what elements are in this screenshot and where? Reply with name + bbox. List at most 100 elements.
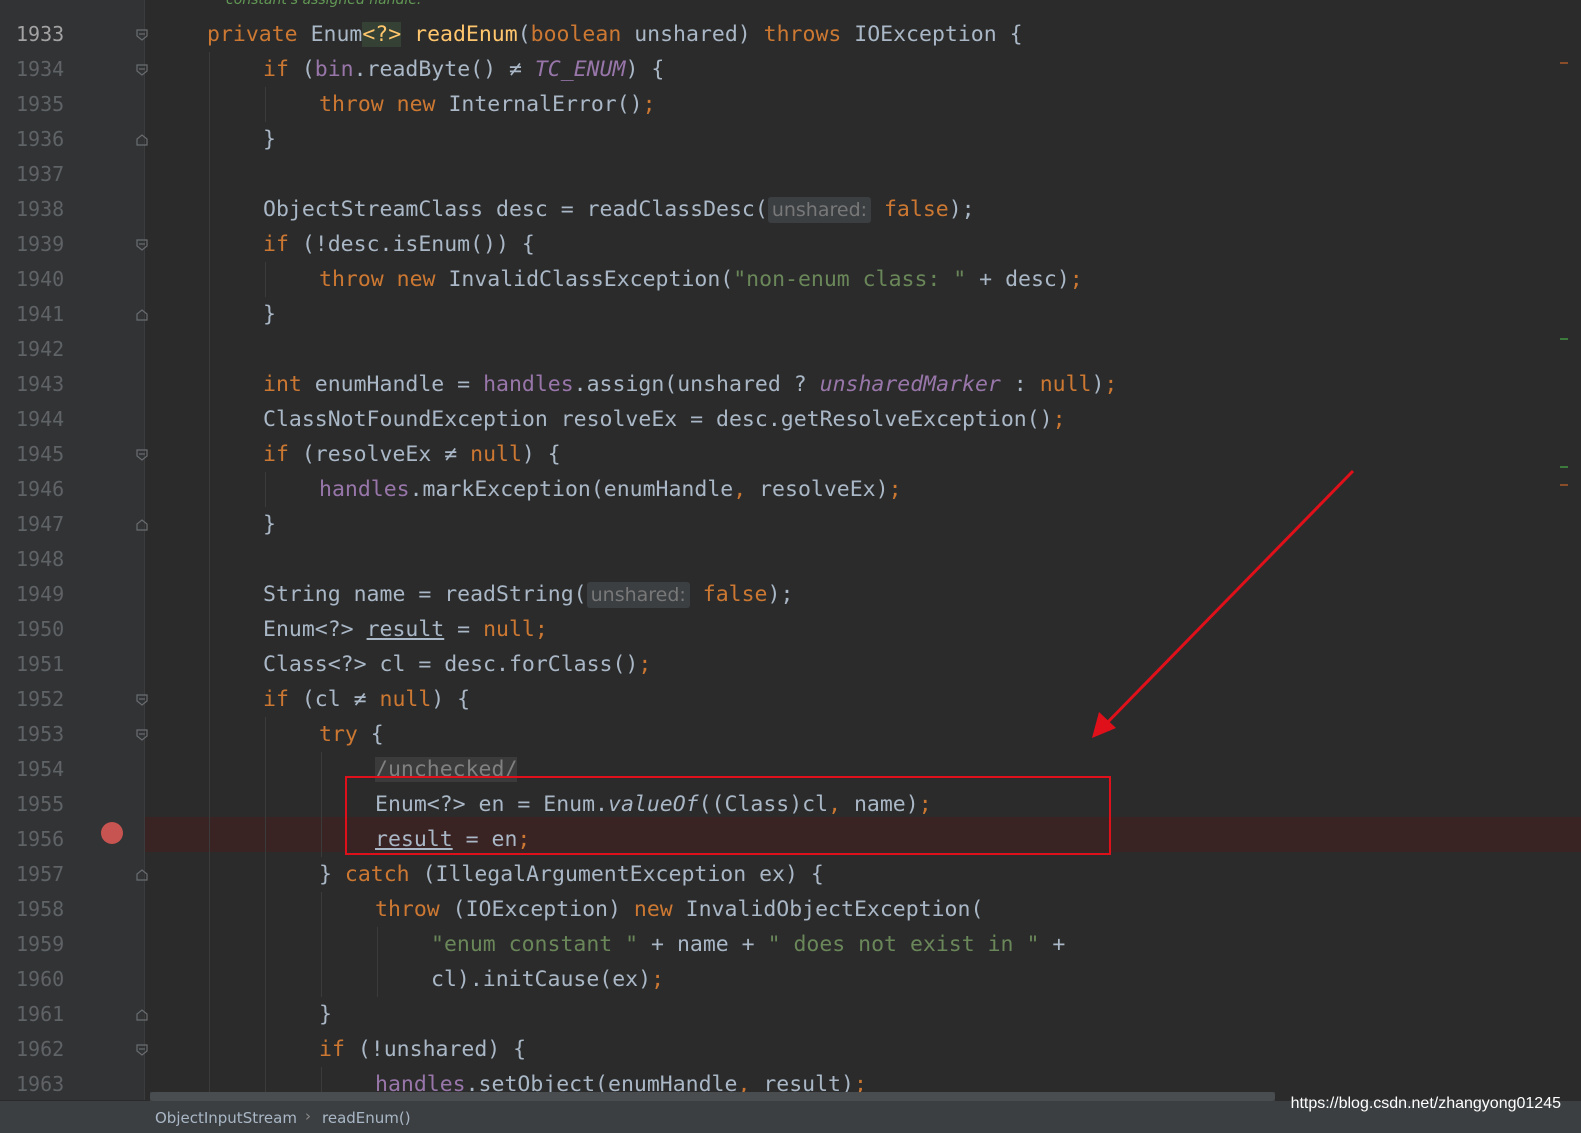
code-line-1951[interactable]: Class<?> cl = desc.forClass(); (263, 647, 651, 682)
code-token: } (319, 1002, 332, 1027)
code-token: false (689, 582, 768, 607)
line-number[interactable]: 1959 (16, 927, 96, 962)
code-token: } (319, 862, 345, 887)
code-token: null (483, 617, 535, 642)
fold-open-icon[interactable] (136, 64, 148, 76)
code-line-1949[interactable]: String name = readString(unshared: false… (263, 577, 793, 612)
line-number[interactable]: 1963 (16, 1067, 96, 1102)
line-number[interactable]: 1944 (16, 402, 96, 437)
fold-open-icon[interactable] (136, 729, 148, 741)
line-number[interactable]: 1961 (16, 997, 96, 1032)
line-number[interactable]: 1939 (16, 227, 96, 262)
code-line-1939[interactable]: if (!desc.isEnum()) { (263, 227, 535, 262)
line-number[interactable]: 1934 (16, 52, 96, 87)
change-marker[interactable] (1560, 466, 1568, 468)
horizontal-scrollbar-thumb[interactable] (150, 1092, 1275, 1101)
breakpoint-icon[interactable] (101, 822, 123, 844)
fold-close-icon[interactable] (136, 869, 148, 881)
code-token: if (263, 57, 302, 82)
code-token: resolveEx) (759, 477, 889, 502)
fold-open-icon[interactable] (136, 1044, 148, 1056)
code-token: : (1000, 372, 1040, 397)
code-token: ) { (625, 57, 665, 82)
fold-close-icon[interactable] (136, 134, 148, 146)
breadcrumb-item-class[interactable]: ObjectInputStream (155, 1109, 297, 1127)
gutter-divider (144, 0, 145, 1100)
code-token: throw new (319, 92, 449, 117)
line-number[interactable]: 1933 (16, 17, 96, 52)
code-line-1936[interactable]: } (263, 122, 276, 157)
fold-close-icon[interactable] (136, 519, 148, 531)
code-line-1941[interactable]: } (263, 297, 276, 332)
line-number[interactable]: 1947 (16, 507, 96, 542)
code-line-1957[interactable]: } catch (IllegalArgumentException ex) { (319, 857, 824, 892)
breadcrumb-item-method[interactable]: readEnum() (322, 1109, 411, 1127)
change-marker[interactable] (1560, 338, 1568, 340)
code-line-1944[interactable]: ClassNotFoundException resolveEx = desc.… (263, 402, 1066, 437)
line-number[interactable]: 1943 (16, 367, 96, 402)
fold-open-icon[interactable] (136, 694, 148, 706)
line-number[interactable]: 1955 (16, 787, 96, 822)
line-number[interactable]: 1954 (16, 752, 96, 787)
code-token: ; (534, 617, 548, 642)
code-token: ; (888, 477, 902, 502)
change-marker[interactable] (1560, 62, 1568, 64)
code-editor[interactable]: constant's assigned handle. 1933 1934 19… (0, 0, 1581, 1133)
annotation-highlight-box (345, 776, 1111, 855)
code-token: throw new (319, 267, 449, 292)
code-line-1962[interactable]: if (!unshared) { (319, 1032, 526, 1067)
line-number[interactable]: 1952 (16, 682, 96, 717)
line-number[interactable]: 1935 (16, 87, 96, 122)
line-number[interactable]: 1942 (16, 332, 96, 367)
line-number[interactable]: 1962 (16, 1032, 96, 1067)
code-line-1940[interactable]: throw new InvalidClassException("non-enu… (319, 262, 1083, 297)
code-token: .markException(enumHandle (409, 477, 734, 502)
code-line-1960[interactable]: cl).initCause(ex); (431, 962, 664, 997)
line-number[interactable]: 1958 (16, 892, 96, 927)
line-number[interactable]: 1941 (16, 297, 96, 332)
line-number[interactable]: 1938 (16, 192, 96, 227)
line-number[interactable]: 1936 (16, 122, 96, 157)
fold-close-icon[interactable] (136, 1009, 148, 1021)
fold-close-icon[interactable] (136, 309, 148, 321)
code-line-1935[interactable]: throw new InternalError(); (319, 87, 656, 122)
indent-guide (265, 472, 266, 507)
code-token: } (263, 127, 276, 152)
fold-open-icon[interactable] (136, 239, 148, 251)
code-line-1950[interactable]: Enum<?> result = null; (263, 612, 548, 647)
line-number[interactable]: 1956 (16, 822, 96, 857)
line-number[interactable]: 1960 (16, 962, 96, 997)
line-number[interactable]: 1949 (16, 577, 96, 612)
code-token: ) { (521, 442, 561, 467)
code-line-1958[interactable]: throw (IOException) new InvalidObjectExc… (375, 892, 983, 927)
line-number[interactable]: 1950 (16, 612, 96, 647)
code-line-1934[interactable]: if (bin.readByte() ≠ TC_ENUM) { (263, 52, 664, 87)
code-line-1953[interactable]: try { (319, 717, 384, 752)
line-number[interactable]: 1940 (16, 262, 96, 297)
code-token: Class<?> cl = desc.forClass() (263, 652, 639, 677)
line-number[interactable]: 1951 (16, 647, 96, 682)
line-number[interactable]: 1937 (16, 157, 96, 192)
change-marker[interactable] (1560, 484, 1568, 486)
line-number[interactable]: 1957 (16, 857, 96, 892)
code-line-1933[interactable]: private Enum<?> readEnum(boolean unshare… (207, 17, 1023, 52)
code-line-1961[interactable]: } (319, 997, 332, 1032)
code-line-1947[interactable]: } (263, 507, 276, 542)
fold-open-icon[interactable] (136, 29, 148, 41)
line-number[interactable]: 1948 (16, 542, 96, 577)
code-line-1943[interactable]: int enumHandle = handles.assign(unshared… (263, 367, 1117, 402)
code-line-1959[interactable]: "enum constant " + name + " does not exi… (431, 927, 1065, 962)
code-token: (!desc.isEnum()) { (301, 232, 535, 257)
code-line-1952[interactable]: if (cl ≠ null) { (263, 682, 470, 717)
code-token: (IllegalArgumentException ex) { (422, 862, 824, 887)
code-token: bin (314, 57, 354, 82)
code-line-1938[interactable]: ObjectStreamClass desc = readClassDesc(u… (263, 192, 975, 227)
fold-open-icon[interactable] (136, 449, 148, 461)
code-line-1946[interactable]: handles.markException(enumHandle, resolv… (319, 472, 902, 507)
code-token: ; (1069, 267, 1083, 292)
line-number[interactable]: 1953 (16, 717, 96, 752)
code-line-1945[interactable]: if (resolveEx ≠ null) { (263, 437, 561, 472)
line-number[interactable]: 1945 (16, 437, 96, 472)
code-token: { (370, 722, 384, 747)
line-number[interactable]: 1946 (16, 472, 96, 507)
